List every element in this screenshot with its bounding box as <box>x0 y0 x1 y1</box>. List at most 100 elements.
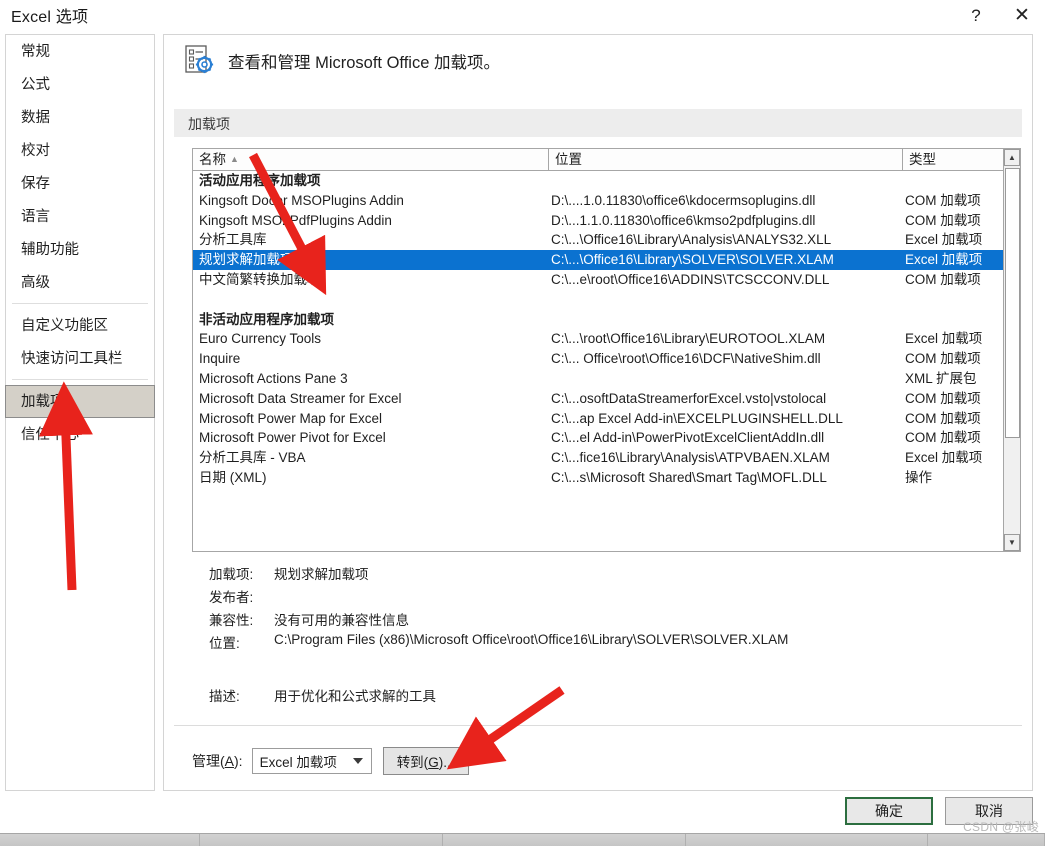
table-row[interactable]: Inquire C:\... Office\root\Office16\DCF\N… <box>193 349 1004 369</box>
cell-location: C:\...\Office16\Library\SOLVER\SOLVER.XL… <box>551 252 834 268</box>
cell-type: Excel 加载项 <box>905 252 983 268</box>
goto-prefix: 转到( <box>396 755 429 770</box>
sidebar-item-label: 常规 <box>21 44 50 60</box>
detail-description-value: 用于优化和公式求解的工具 <box>274 689 436 704</box>
worksheet-background-strip <box>0 833 1045 846</box>
watermark: CSDN @张峻 <box>963 820 1039 834</box>
table-row[interactable]: 分析工具库 - VBA C:\...fice16\Library\Analysis… <box>193 448 1004 468</box>
pane-divider <box>174 725 1022 726</box>
table-row[interactable]: Euro Currency Tools C:\...\root\Office16\… <box>193 329 1004 349</box>
detail-location-label: 位置: <box>209 636 240 651</box>
table-row[interactable]: 分析工具库 C:\...\Office16\Library\Analysis\AN… <box>193 230 1004 250</box>
detail-addin-value: 规划求解加载项 <box>274 567 369 582</box>
goto-accel-key: G <box>428 755 439 770</box>
cell-type: 操作 <box>905 469 932 485</box>
sidebar-item-label: 数据 <box>21 110 50 126</box>
column-header-label: 位置 <box>555 152 582 167</box>
column-header-1[interactable]: 名称 ▲ <box>193 149 549 170</box>
cell-name: Microsoft Data Streamer for Excel <box>199 390 402 406</box>
sidebar-item-label: 加载项 <box>21 394 65 410</box>
sidebar-item-11[interactable]: 加载项 <box>5 385 155 418</box>
detail-location: 位置: C:\Program Files (x86)\Microsoft Off… <box>192 632 1022 655</box>
goto-button[interactable]: 转到(G)... <box>382 747 469 775</box>
cell-name: 活动应用程序加载项 <box>199 173 321 188</box>
sidebar-item-6[interactable]: 语言 <box>5 200 155 233</box>
cell-location: D:\...1.1.0.11830\office6\kmso2pdfplugin… <box>551 212 816 228</box>
cell-location: D:\....1.0.11830\office6\kdocermsoplugin… <box>551 192 816 208</box>
cell-type: COM 加载项 <box>905 410 981 426</box>
table-row[interactable]: 日期 (XML) C:\...s\Microsoft Shared\Smart T… <box>193 468 1004 488</box>
cell-location: C:\... Office\root\Office16\DCF\NativeSh… <box>551 351 821 367</box>
page-title: Excel 选项 <box>11 9 89 26</box>
cell-type: COM 加载项 <box>905 271 981 287</box>
table-row[interactable]: 规划求解加载项 C:\...\Office16\Library\SOLVER\SO… <box>193 250 1004 270</box>
sidebar-item-label: 公式 <box>21 77 50 93</box>
manage-select[interactable]: Excel 加载项 <box>251 748 372 774</box>
sidebar-item-1[interactable]: 常规 <box>5 35 155 68</box>
addins-list-body[interactable]: 活动应用程序加载项 Kingsoft Docer MSOPlugins Addin… <box>193 171 1004 552</box>
sidebar-item-2[interactable]: 公式 <box>5 68 155 101</box>
column-header-3[interactable]: 类型 <box>903 149 1004 170</box>
chevron-down-icon <box>352 758 363 764</box>
scroll-up-icon[interactable]: ▲ <box>1004 149 1020 166</box>
table-row[interactable]: Microsoft Power Pivot for Excel C:\...el … <box>193 428 1004 448</box>
cell-location: C:\...\Office16\Library\Analysis\ANALYS3… <box>551 232 832 248</box>
sidebar-item-3[interactable]: 数据 <box>5 101 155 134</box>
sidebar-item-label: 信任中心 <box>21 427 79 443</box>
detail-description-label: 描述: <box>209 689 240 704</box>
cell-type: Excel 加载项 <box>905 450 983 466</box>
cell-location: C:\...s\Microsoft Shared\Smart Tag\MOFL.… <box>551 469 827 485</box>
cell-name: 分析工具库 - VBA <box>199 450 306 466</box>
detail-compatibility-label: 兼容性: <box>209 613 254 628</box>
cell-location: C:\...fice16\Library\Analysis\ATPVBAEN.X… <box>551 450 830 466</box>
cell-name: 非活动应用程序加载项 <box>199 311 334 327</box>
table-group-row[interactable]: 活动应用程序加载项 <box>193 171 1004 191</box>
help-icon[interactable]: ? <box>953 0 999 31</box>
sidebar-item-label: 快速访问工具栏 <box>21 351 123 367</box>
table-row[interactable]: Microsoft Actions Pane 3 XML 扩展包 <box>193 369 1004 389</box>
detail-compatibility-value: 没有可用的兼容性信息 <box>274 613 409 628</box>
section-header-addins: 加载项 <box>174 109 1022 137</box>
sidebar-item-label: 保存 <box>21 176 50 192</box>
addins-listbox[interactable]: 名称 ▲ 位置 类型 活动应用程序加载项 Kingsoft Docer MSOPlugi… <box>192 148 1021 552</box>
goto-suffix: )... <box>438 755 455 770</box>
sidebar-item-12[interactable]: 信任中心 <box>5 418 155 451</box>
sidebar-item-8[interactable]: 高级 <box>5 266 155 299</box>
column-header-2[interactable]: 位置 <box>549 149 903 170</box>
sidebar-separator <box>12 379 148 380</box>
table-row[interactable]: Kingsoft MSO2PdfPlugins Addin D:\...1.1.0… <box>193 211 1004 231</box>
sidebar-item-9[interactable]: 自定义功能区 <box>5 309 155 342</box>
manage-row: 管理(A): Excel 加载项 转到(G)... <box>192 747 469 775</box>
cell-type: COM 加载项 <box>905 430 981 446</box>
sidebar-item-5[interactable]: 保存 <box>5 167 155 200</box>
table-row[interactable]: Microsoft Data Streamer for Excel C:\...o… <box>193 389 1004 409</box>
manage-label-suffix: ): <box>234 753 243 769</box>
sidebar-item-4[interactable]: 校对 <box>5 134 155 167</box>
cell-name: Kingsoft Docer MSOPlugins Addin <box>199 192 404 208</box>
detail-description: 描述: 用于优化和公式求解的工具 <box>192 685 1022 708</box>
cell-type: Excel 加载项 <box>905 232 983 248</box>
sidebar-item-7[interactable]: 辅助功能 <box>5 233 155 266</box>
sidebar-item-label: 自定义功能区 <box>21 318 108 334</box>
cell-type: COM 加载项 <box>905 351 981 367</box>
list-vertical-scrollbar[interactable]: ▲ ▼ <box>1003 149 1020 551</box>
cell-name: Microsoft Power Pivot for Excel <box>199 430 386 446</box>
sidebar-item-label: 高级 <box>21 275 50 291</box>
sidebar-separator <box>12 303 148 304</box>
cell-name: 日期 (XML) <box>199 469 267 485</box>
table-group-row[interactable]: 非活动应用程序加载项 <box>193 310 1004 330</box>
scroll-down-icon[interactable]: ▼ <box>1004 534 1020 551</box>
scrollbar-thumb[interactable] <box>1005 168 1020 438</box>
table-row[interactable]: 中文简繁转换加载项 C:\...e\root\Office16\ADDINS\TC… <box>193 270 1004 290</box>
cell-type: XML 扩展包 <box>905 370 977 386</box>
close-icon[interactable]: ✕ <box>999 0 1045 31</box>
title-bar: Excel 选项 ? ✕ <box>0 0 1045 31</box>
section-header-label: 加载项 <box>188 116 230 132</box>
ok-button[interactable]: 确定 <box>845 797 933 825</box>
table-row[interactable]: Microsoft Power Map for Excel C:\...ap Ex… <box>193 409 1004 429</box>
pane-header-title: 查看和管理 Microsoft Office 加载项。 <box>228 54 500 72</box>
sidebar-item-10[interactable]: 快速访问工具栏 <box>5 342 155 375</box>
sort-ascending-icon: ▲ <box>230 154 239 164</box>
table-row[interactable]: Kingsoft Docer MSOPlugins Addin D:\....1.… <box>193 191 1004 211</box>
manage-select-value: Excel 加载项 <box>259 755 337 770</box>
